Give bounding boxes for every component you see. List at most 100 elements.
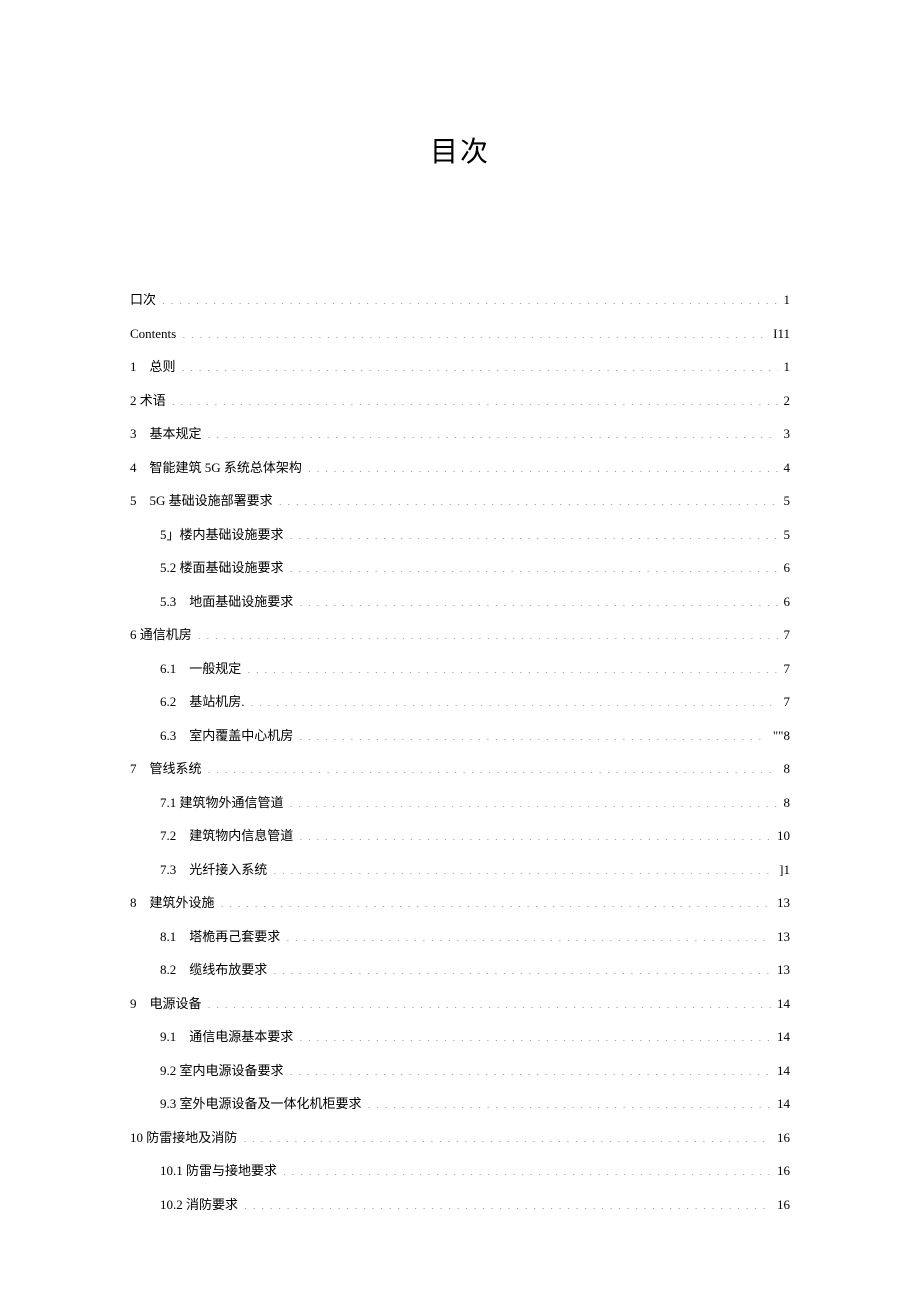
toc-entry-page: 8 <box>778 759 791 779</box>
toc-entry-label: 4 智能建筑 5G 系统总体架构 <box>130 458 308 478</box>
toc-entry-page: ""8 <box>767 726 790 746</box>
toc-entry-page: 6 <box>778 592 791 612</box>
toc-entry: 6.3 室内覆盖中心机房 ""8 <box>130 726 790 746</box>
toc-leader-dots <box>243 1129 771 1142</box>
toc-entry: 7.3 光纤接入系统 ]1 <box>130 860 790 880</box>
toc-entry-label: 1 总则 <box>130 357 182 377</box>
toc-entry-label: 10 防雷接地及消防 <box>130 1128 243 1148</box>
toc-entry: 10.1 防雷与接地要求 16 <box>130 1161 790 1181</box>
toc-entry-label: 8.2 缆线布放要求 <box>160 960 273 980</box>
toc-leader-dots <box>244 1196 771 1209</box>
toc-entry-page: 7 <box>778 692 791 712</box>
toc-entry-page: 13 <box>771 927 790 947</box>
toc-entry-label: 7.3 光纤接入系统 <box>160 860 273 880</box>
toc-entry-page: 1 <box>778 290 791 310</box>
toc-entry-page: 13 <box>771 893 790 913</box>
toc-entry: 7 管线系统 8 <box>130 759 790 779</box>
toc-entry-label: 6 通信机房 <box>130 625 198 645</box>
toc-entry-page: 14 <box>771 994 790 1014</box>
toc-entry-page: 7 <box>778 625 791 645</box>
toc-leader-dots <box>273 961 771 974</box>
toc-entry: 2 术语2 <box>130 391 790 411</box>
toc-entry-label: 5」楼内基础设施要求 <box>160 525 290 545</box>
toc-entry: 1 总则 1 <box>130 357 790 377</box>
toc-entry: 9.1 通信电源基本要求 14 <box>130 1027 790 1047</box>
toc-leader-dots <box>286 928 771 941</box>
toc-entry-page: 8 <box>778 793 791 813</box>
toc-entry: 6.2 基站机房. 7 <box>130 692 790 712</box>
toc-entry: 7.2 建筑物内信息管道10 <box>130 826 790 846</box>
toc-entry: 9 电源设备 14 <box>130 994 790 1014</box>
toc-leader-dots <box>208 995 771 1008</box>
toc-entry-page: 13 <box>771 960 790 980</box>
toc-entry: 8 建筑外设施 13 <box>130 893 790 913</box>
toc-entry: 7.1 建筑物外通信管道 8 <box>130 793 790 813</box>
toc-entry-label: 6.2 基站机房. <box>160 692 251 712</box>
toc-entry-page: 5 <box>778 491 791 511</box>
toc-entry-label: 9 电源设备 <box>130 994 208 1014</box>
toc-leader-dots <box>283 1162 771 1175</box>
toc-entry: ContentsI11 <box>130 324 790 344</box>
table-of-contents: 口次 1 ContentsI11 1 总则 1 2 术语2 3 基本规定3 4 智能建筑 5G… <box>130 290 790 1214</box>
toc-leader-dots <box>299 827 771 840</box>
toc-leader-dots <box>162 291 777 304</box>
toc-entry-label: 5.2 楼面基础设施要求 <box>160 558 290 578</box>
toc-leader-dots <box>279 492 778 505</box>
toc-entry-label: 10.1 防雷与接地要求 <box>160 1161 283 1181</box>
toc-entry-label: 9.2 室内电源设备要求 <box>160 1061 290 1081</box>
toc-entry-page: 16 <box>771 1128 790 1148</box>
toc-leader-dots <box>290 559 778 572</box>
toc-entry-label: 7.2 建筑物内信息管道 <box>160 826 299 846</box>
toc-entry-label: 8 建筑外设施 <box>130 893 221 913</box>
toc-entry: 9.2 室内电源设备要求 14 <box>130 1061 790 1081</box>
toc-leader-dots <box>308 459 778 472</box>
toc-entry-page: 14 <box>771 1061 790 1081</box>
toc-entry-label: 2 术语 <box>130 391 172 411</box>
toc-leader-dots <box>208 425 778 438</box>
toc-leader-dots <box>208 760 778 773</box>
toc-leader-dots <box>290 526 778 539</box>
toc-leader-dots <box>273 861 773 874</box>
toc-entry: 10.2 消防要求16 <box>130 1195 790 1215</box>
toc-entry-label: 7 管线系统 <box>130 759 208 779</box>
toc-leader-dots <box>290 1062 771 1075</box>
page-title: 目次 <box>130 130 790 170</box>
toc-entry-label: 5.3 地面基础设施要求 <box>160 592 299 612</box>
toc-entry-label: 8.1 塔桅再己套要求 <box>160 927 286 947</box>
toc-entry-page: 16 <box>771 1161 790 1181</box>
toc-entry: 6.1 一般规定 7 <box>130 659 790 679</box>
toc-entry: 9.3 室外电源设备及一体化机柜要求 14 <box>130 1094 790 1114</box>
toc-entry: 5.3 地面基础设施要求 6 <box>130 592 790 612</box>
toc-leader-dots <box>221 894 771 907</box>
toc-entry-page: ]1 <box>773 860 790 880</box>
toc-entry-label: 9.3 室外电源设备及一体化机柜要求 <box>160 1094 368 1114</box>
toc-entry-label: 7.1 建筑物外通信管道 <box>160 793 290 813</box>
toc-leader-dots <box>182 358 778 371</box>
toc-entry-page: 6 <box>778 558 791 578</box>
toc-leader-dots <box>198 626 778 639</box>
toc-entry: 3 基本规定3 <box>130 424 790 444</box>
toc-leader-dots <box>299 593 777 606</box>
toc-entry-label: 6.3 室内覆盖中心机房 <box>160 726 299 746</box>
toc-entry-label: 9.1 通信电源基本要求 <box>160 1027 299 1047</box>
toc-entry-page: 7 <box>778 659 791 679</box>
toc-entry-label: 5 5G 基础设施部署要求 <box>130 491 279 511</box>
toc-entry-page: 14 <box>771 1027 790 1047</box>
toc-entry-label: 3 基本规定 <box>130 424 208 444</box>
toc-entry-label: 口次 <box>130 290 162 310</box>
toc-entry-page: 4 <box>778 458 791 478</box>
toc-leader-dots <box>182 325 767 338</box>
toc-entry-page: I11 <box>767 324 790 344</box>
toc-entry: 5.2 楼面基础设施要求 6 <box>130 558 790 578</box>
toc-entry: 8.1 塔桅再己套要求 13 <box>130 927 790 947</box>
toc-entry: 10 防雷接地及消防 16 <box>130 1128 790 1148</box>
toc-leader-dots <box>251 693 778 706</box>
toc-leader-dots <box>172 392 778 405</box>
toc-entry-page: 1 <box>778 357 791 377</box>
toc-entry: 6 通信机房 7 <box>130 625 790 645</box>
toc-entry-page: 14 <box>771 1094 790 1114</box>
toc-entry: 5 5G 基础设施部署要求 5 <box>130 491 790 511</box>
toc-leader-dots <box>247 660 777 673</box>
toc-entry-label: 6.1 一般规定 <box>160 659 247 679</box>
toc-leader-dots <box>368 1095 771 1108</box>
